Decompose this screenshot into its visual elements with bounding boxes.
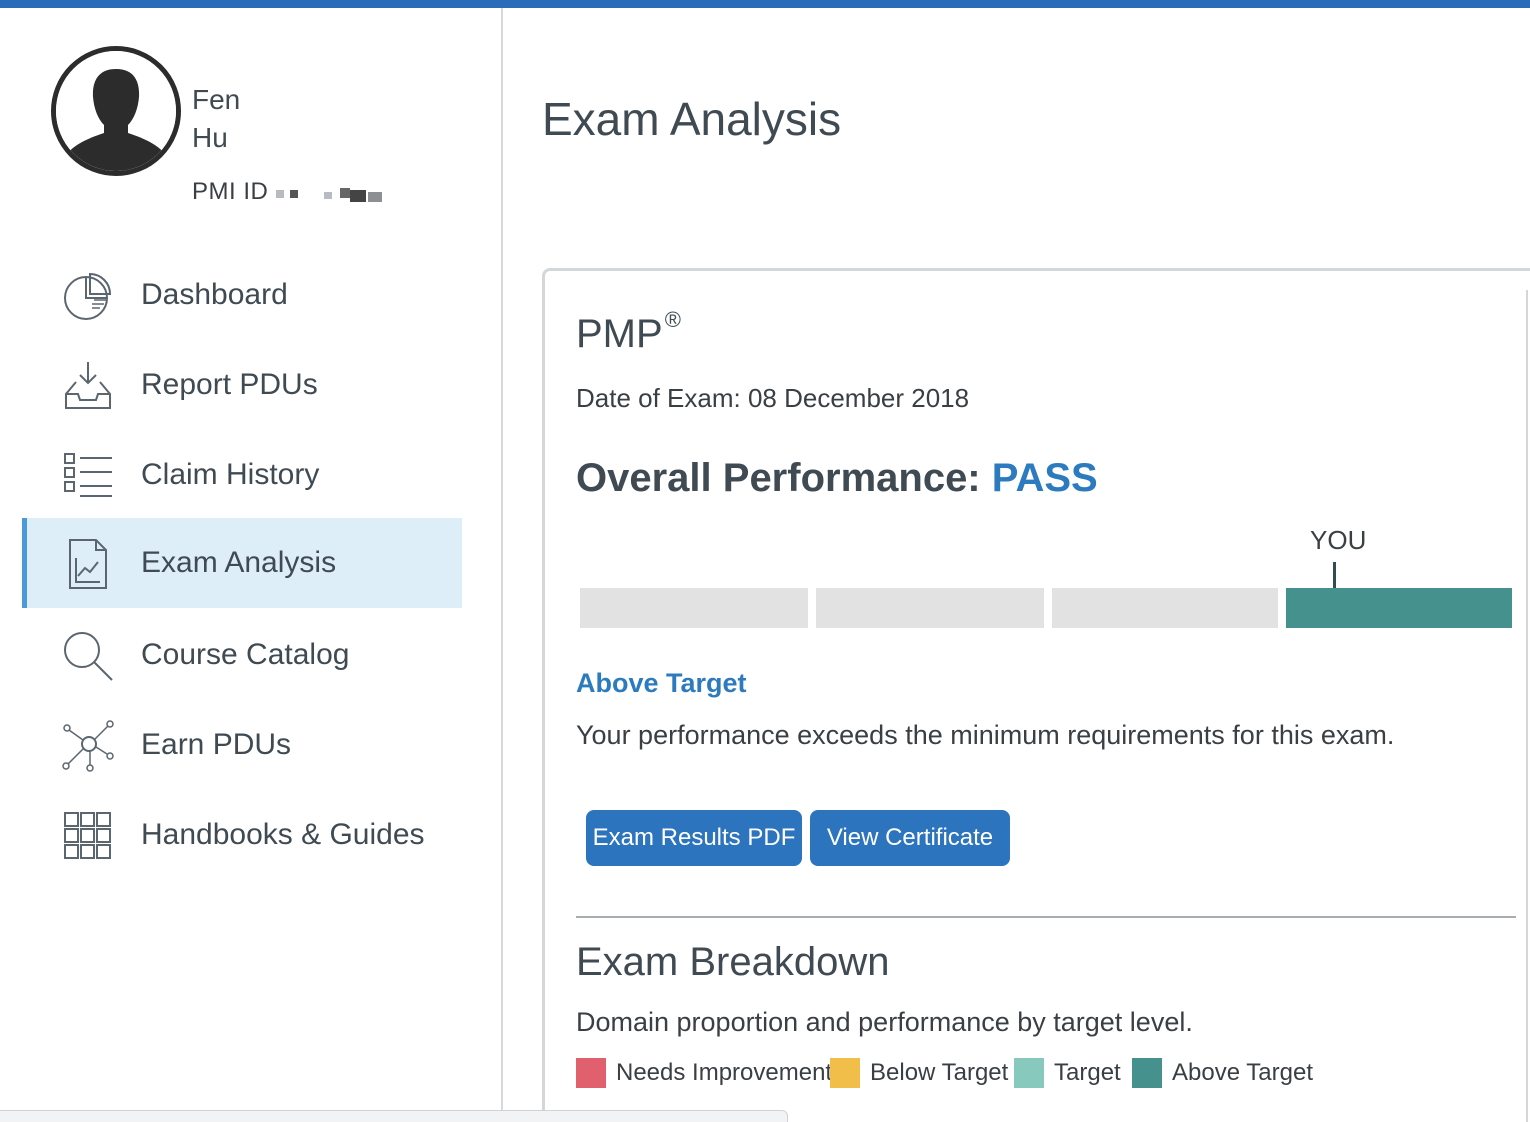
sidebar-item-earn-pdus[interactable]: Earn PDUs bbox=[22, 700, 462, 790]
user-silhouette-icon bbox=[56, 51, 176, 171]
sidebar-item-label: Handbooks & Guides bbox=[141, 818, 425, 851]
performance-segment-target bbox=[1052, 588, 1278, 628]
legend-needs-improvement: Needs Improvement bbox=[576, 1058, 832, 1088]
legend-target: Target bbox=[1014, 1058, 1121, 1088]
sidebar-item-handbooks-guides[interactable]: Handbooks & Guides bbox=[22, 790, 462, 880]
you-marker-tick bbox=[1333, 562, 1336, 588]
legend-above-target: Above Target bbox=[1132, 1058, 1313, 1088]
redacted-id-value bbox=[276, 186, 384, 204]
sidebar: Fen Hu PMI ID Dashboard Report PDUs Clai… bbox=[0, 8, 503, 1122]
exam-name-text: PMP bbox=[576, 312, 663, 356]
sidebar-item-label: Dashboard bbox=[141, 278, 288, 311]
sidebar-item-course-catalog[interactable]: Course Catalog bbox=[22, 610, 462, 700]
grid-icon bbox=[64, 812, 111, 859]
inbox-download-icon bbox=[65, 362, 111, 409]
legend-swatch bbox=[1132, 1058, 1162, 1088]
card-scroll-edge bbox=[1526, 290, 1528, 1122]
avatar[interactable] bbox=[51, 46, 181, 176]
legend-below-target: Below Target bbox=[830, 1058, 1008, 1088]
legend-label: Needs Improvement bbox=[616, 1059, 833, 1086]
pmi-id-label: PMI ID bbox=[192, 178, 269, 205]
list-icon bbox=[64, 453, 112, 497]
sidebar-item-dashboard[interactable]: Dashboard bbox=[22, 250, 462, 340]
legend-swatch bbox=[1014, 1058, 1044, 1088]
exam-results-pdf-button[interactable]: Exam Results PDF bbox=[586, 810, 802, 866]
top-accent-bar bbox=[0, 0, 1530, 8]
overall-performance-label: Overall Performance: bbox=[576, 456, 992, 500]
sidebar-item-label: Report PDUs bbox=[141, 368, 318, 401]
performance-segment-below-target bbox=[816, 588, 1044, 628]
pie-chart-icon bbox=[64, 272, 112, 320]
legend-label: Below Target bbox=[870, 1059, 1009, 1086]
sidebar-item-exam-analysis[interactable]: Exam Analysis bbox=[22, 518, 462, 608]
overall-performance-result: PASS bbox=[991, 456, 1098, 500]
legend-label: Above Target bbox=[1172, 1059, 1313, 1086]
performance-level-description: Your performance exceeds the minimum req… bbox=[576, 720, 1395, 750]
sidebar-item-label: Claim History bbox=[141, 458, 320, 491]
performance-segment-needs-improvement bbox=[580, 588, 808, 628]
sidebar-item-report-pdus[interactable]: Report PDUs bbox=[22, 340, 462, 430]
section-divider bbox=[576, 916, 1516, 918]
chart-document-icon bbox=[69, 539, 107, 589]
sidebar-item-label: Earn PDUs bbox=[141, 728, 292, 761]
overall-performance: Overall Performance: PASS bbox=[576, 456, 1098, 501]
page-title: Exam Analysis bbox=[542, 93, 842, 145]
user-first-name: Fen bbox=[192, 84, 241, 115]
breakdown-description: Domain proportion and performance by tar… bbox=[576, 1007, 1193, 1037]
legend-label: Target bbox=[1054, 1059, 1121, 1086]
search-icon bbox=[64, 632, 113, 681]
user-last-name: Hu bbox=[192, 122, 228, 153]
registered-mark: ® bbox=[664, 306, 681, 332]
view-certificate-button[interactable]: View Certificate bbox=[810, 810, 1010, 866]
legend-swatch bbox=[830, 1058, 860, 1088]
exam-date: Date of Exam: 08 December 2018 bbox=[576, 383, 970, 413]
network-icon bbox=[62, 720, 114, 772]
sidebar-item-label: Exam Analysis bbox=[141, 546, 337, 579]
performance-segment-above-target bbox=[1286, 588, 1512, 628]
you-marker-label: YOU bbox=[1310, 525, 1367, 555]
sidebar-item-claim-history[interactable]: Claim History bbox=[22, 430, 462, 520]
bottom-overlay-bar bbox=[0, 1110, 788, 1122]
performance-level-title: Above Target bbox=[576, 668, 747, 698]
legend-swatch bbox=[576, 1058, 606, 1088]
exam-name: PMP® bbox=[576, 307, 681, 357]
breakdown-title: Exam Breakdown bbox=[576, 940, 890, 984]
sidebar-item-label: Course Catalog bbox=[141, 638, 350, 671]
